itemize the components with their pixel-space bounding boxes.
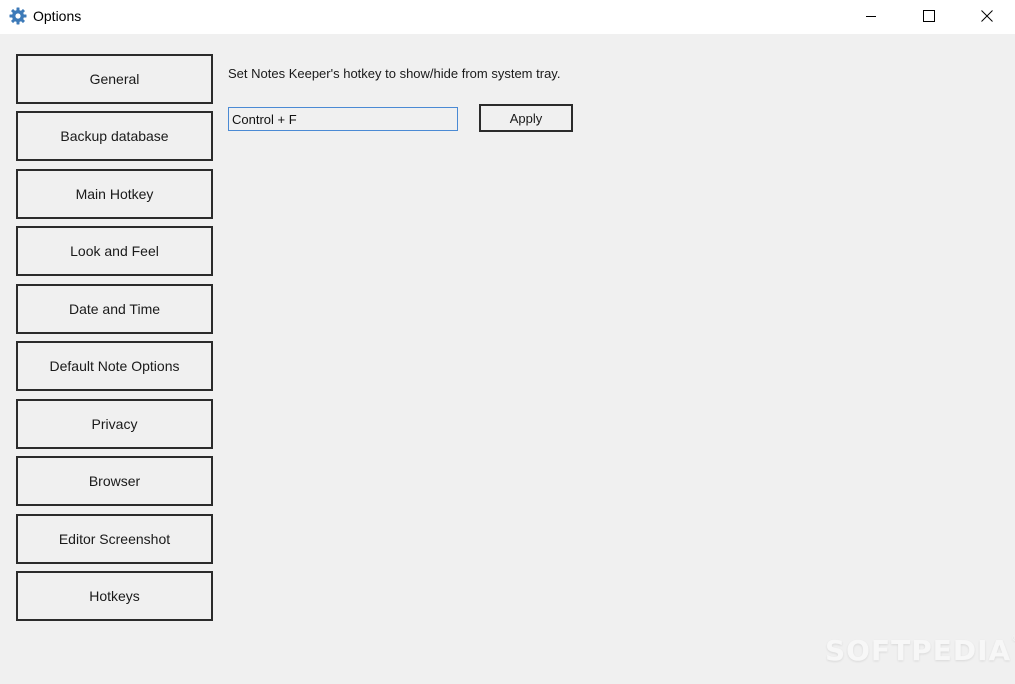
sidebar-item-date-and-time[interactable]: Date and Time <box>16 284 213 334</box>
maximize-icon <box>923 10 935 22</box>
minimize-icon <box>866 16 876 17</box>
softpedia-watermark: SOFTPEDIA® <box>825 634 1015 667</box>
minimize-button[interactable] <box>842 0 900 32</box>
sidebar-item-editor-screenshot[interactable]: Editor Screenshot <box>16 514 213 564</box>
hotkey-input[interactable] <box>228 107 458 131</box>
hotkey-description: Set Notes Keeper's hotkey to show/hide f… <box>228 66 561 81</box>
sidebar-item-browser[interactable]: Browser <box>16 456 213 506</box>
maximize-button[interactable] <box>900 0 958 32</box>
options-window: Options General Backup database Main Hot… <box>0 0 1015 684</box>
title-bar: Options <box>0 0 1015 34</box>
apply-button[interactable]: Apply <box>479 104 573 132</box>
sidebar-item-hotkeys[interactable]: Hotkeys <box>16 571 213 621</box>
close-icon <box>981 10 993 22</box>
close-button[interactable] <box>958 0 1015 32</box>
sidebar-item-privacy[interactable]: Privacy <box>16 399 213 449</box>
registered-mark: ® <box>1011 634 1015 644</box>
watermark-text: SOFTPEDIA <box>825 634 1012 667</box>
gear-icon <box>9 7 27 25</box>
sidebar-item-main-hotkey[interactable]: Main Hotkey <box>16 169 213 219</box>
window-title: Options <box>33 8 82 24</box>
sidebar-item-general[interactable]: General <box>16 54 213 104</box>
sidebar-item-default-note-options[interactable]: Default Note Options <box>16 341 213 391</box>
sidebar-item-backup-database[interactable]: Backup database <box>16 111 213 161</box>
sidebar-item-look-and-feel[interactable]: Look and Feel <box>16 226 213 276</box>
